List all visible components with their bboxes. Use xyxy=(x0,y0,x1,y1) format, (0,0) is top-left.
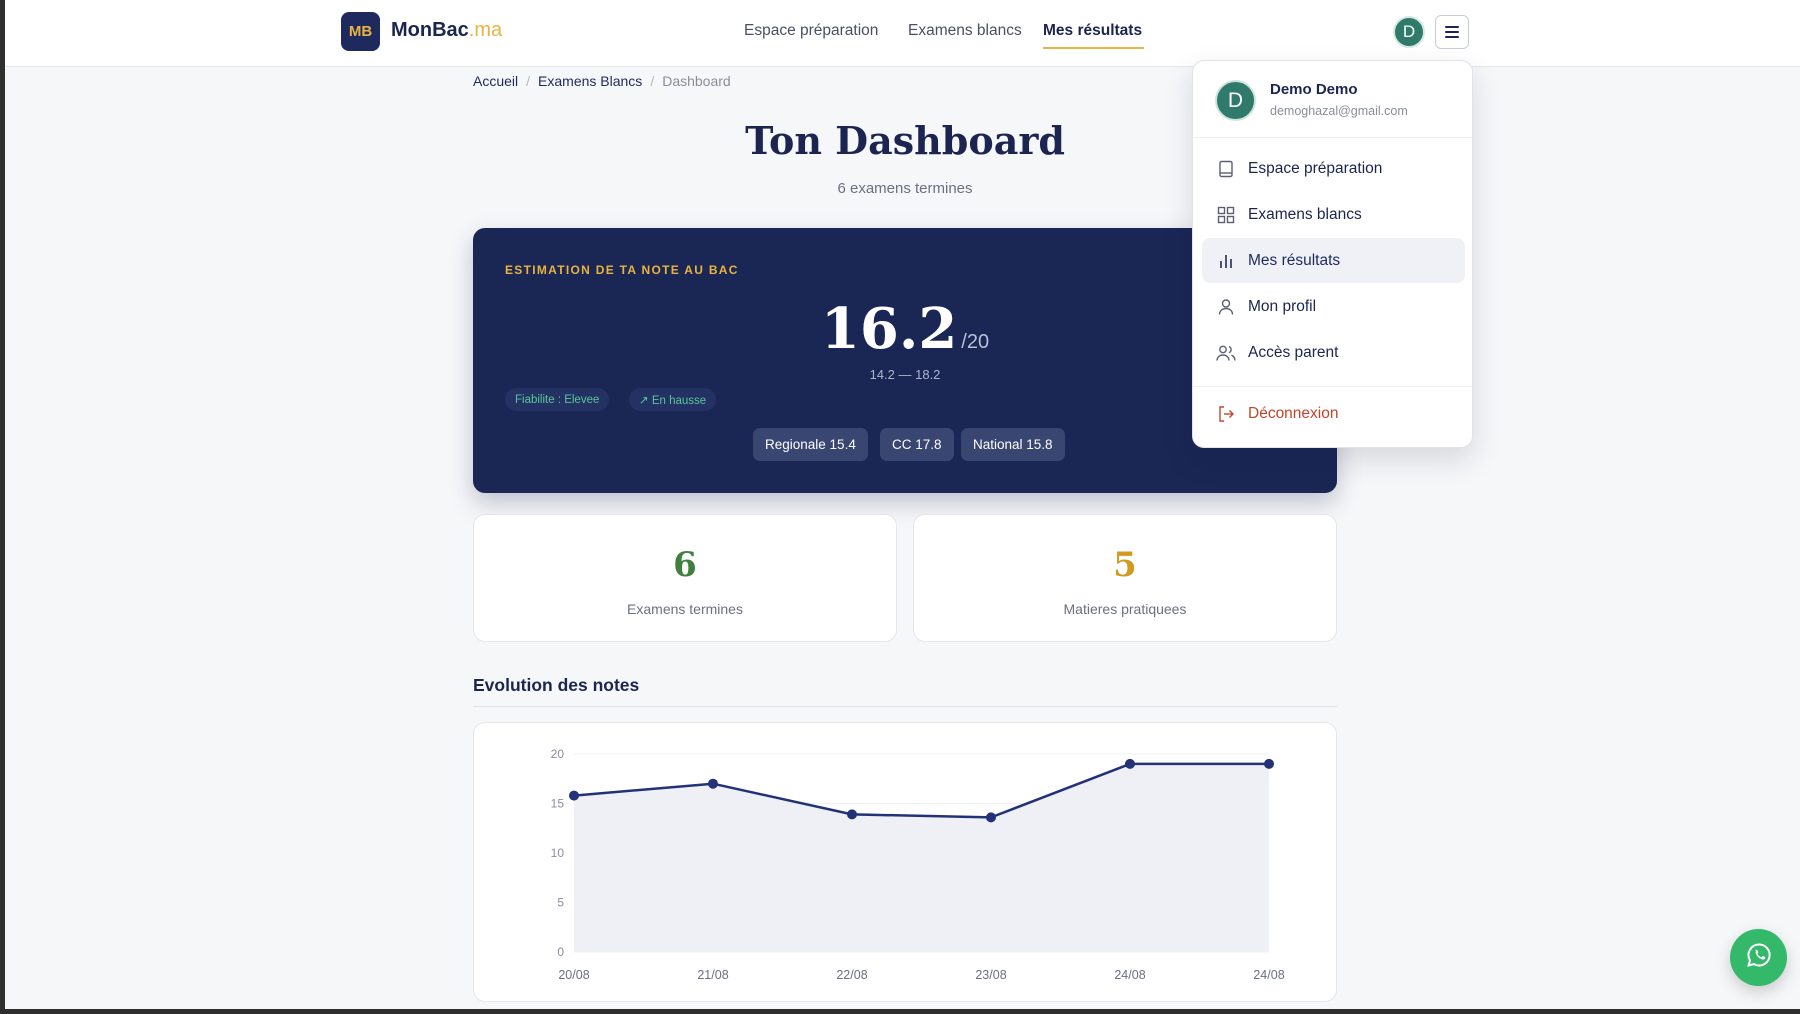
data-point xyxy=(708,778,718,789)
estimate-kicker: ESTIMATION DE TA NOTE AU BAC xyxy=(505,263,739,277)
y-tick-label: 10 xyxy=(551,846,565,860)
bar-chart-icon xyxy=(1216,251,1236,271)
score-value: 16.2 xyxy=(820,296,958,362)
y-tick-label: 15 xyxy=(551,797,565,811)
x-tick-label: 24/08 xyxy=(1114,968,1145,982)
evolution-chart: 0 5 10 15 20 20/08 21/08 22/08 23/08 24/08 24/08 xyxy=(551,747,1285,982)
brand-tld: .ma xyxy=(468,19,503,41)
score-max: /20 xyxy=(961,331,990,353)
y-tick-label: 0 xyxy=(557,945,564,959)
brand-name[interactable]: MonBac.ma xyxy=(391,19,502,42)
stat-label: Matieres pratiquees xyxy=(1063,601,1187,617)
evolution-title: Evolution des notes xyxy=(473,675,640,695)
hamburger-menu-button[interactable] xyxy=(1435,15,1469,49)
menu-item-label: Mes résultats xyxy=(1248,251,1341,269)
x-tick-label: 21/08 xyxy=(697,968,728,982)
whatsapp-icon xyxy=(1745,941,1773,974)
dropdown-divider xyxy=(1193,137,1472,138)
nav-espace-preparation[interactable]: Espace préparation xyxy=(744,22,878,40)
users-icon xyxy=(1216,343,1236,363)
menu-item-label: Espace préparation xyxy=(1248,159,1383,177)
x-tick-label: 23/08 xyxy=(975,968,1006,982)
stat-value: 6 xyxy=(673,545,697,585)
user-avatar-button[interactable]: D xyxy=(1393,16,1425,48)
stat-card-exams: 6 Examens termines xyxy=(473,514,897,642)
stat-value: 5 xyxy=(1113,545,1137,585)
top-navbar: MB MonBac.ma Espace préparation Examens … xyxy=(5,0,1800,67)
nav-mes-resultats[interactable]: Mes résultats xyxy=(1043,22,1142,40)
cc-score-pill: CC 17.8 xyxy=(880,428,954,461)
evolution-chart-card: 0 5 10 15 20 20/08 21/08 22/08 23/08 24/08 24/08 xyxy=(473,722,1337,1002)
series-area xyxy=(574,763,1269,952)
breadcrumb-current: Dashboard xyxy=(662,73,731,89)
stat-card-subjects: 5 Matieres pratiquees xyxy=(913,514,1337,642)
book-icon xyxy=(1216,159,1236,179)
data-point xyxy=(986,812,996,823)
x-tick-label: 22/08 xyxy=(836,968,867,982)
nav-examens-blancs[interactable]: Examens blancs xyxy=(908,22,1022,40)
menu-item-espace-preparation[interactable]: Espace préparation xyxy=(1202,146,1465,191)
hamburger-icon xyxy=(1445,26,1459,38)
dropdown-avatar: D xyxy=(1215,80,1256,121)
section-divider xyxy=(473,706,1337,707)
menu-item-deconnexion[interactable]: Déconnexion xyxy=(1202,391,1465,436)
menu-item-label: Mon profil xyxy=(1248,297,1317,315)
menu-item-label: Accès parent xyxy=(1248,343,1339,361)
regional-score-pill: Regionale 15.4 xyxy=(753,428,868,461)
menu-item-acces-parent[interactable]: Accès parent xyxy=(1202,330,1465,375)
grid-icon xyxy=(1216,205,1236,225)
breadcrumb-examens-blancs[interactable]: Examens Blancs xyxy=(538,73,642,89)
whatsapp-button[interactable] xyxy=(1730,929,1787,986)
reliability-chip: Fiabilite : Elevee xyxy=(505,388,610,411)
menu-item-mes-resultats[interactable]: Mes résultats xyxy=(1202,238,1465,283)
x-tick-label: 20/08 xyxy=(558,968,589,982)
menu-item-label: Déconnexion xyxy=(1248,404,1339,422)
national-score-pill: National 15.8 xyxy=(961,428,1065,461)
breadcrumb-separator: / xyxy=(650,73,655,89)
x-tick-label: 24/08 xyxy=(1253,968,1284,982)
data-point xyxy=(569,790,579,801)
app-screen: MB MonBac.ma Espace préparation Examens … xyxy=(5,0,1800,1009)
y-tick-label: 20 xyxy=(551,747,565,761)
menu-item-mon-profil[interactable]: Mon profil xyxy=(1202,284,1465,329)
data-point xyxy=(1264,758,1274,769)
trend-chip: ↗ En hausse xyxy=(629,388,717,411)
dropdown-divider xyxy=(1193,386,1472,387)
brand-name-text: MonBac xyxy=(391,19,469,41)
menu-item-label: Examens blancs xyxy=(1248,205,1362,223)
dropdown-user-name: Demo Demo xyxy=(1270,81,1358,98)
data-point xyxy=(1125,758,1135,769)
breadcrumb: Accueil / Examens Blancs / Dashboard xyxy=(473,73,731,89)
logo-badge[interactable]: MB xyxy=(341,12,380,51)
user-icon xyxy=(1216,297,1236,317)
breadcrumb-accueil[interactable]: Accueil xyxy=(473,73,518,89)
menu-item-examens-blancs[interactable]: Examens blancs xyxy=(1202,192,1465,237)
active-nav-underline xyxy=(1043,47,1144,49)
data-point xyxy=(847,809,857,820)
dropdown-user-email: demoghazal@gmail.com xyxy=(1270,104,1408,118)
y-tick-label: 5 xyxy=(557,896,564,910)
user-dropdown-menu: D Demo Demo demoghazal@gmail.com Espace … xyxy=(1192,60,1473,448)
stat-label: Examens termines xyxy=(627,601,743,617)
breadcrumb-separator: / xyxy=(526,73,531,89)
logout-icon xyxy=(1216,404,1236,424)
